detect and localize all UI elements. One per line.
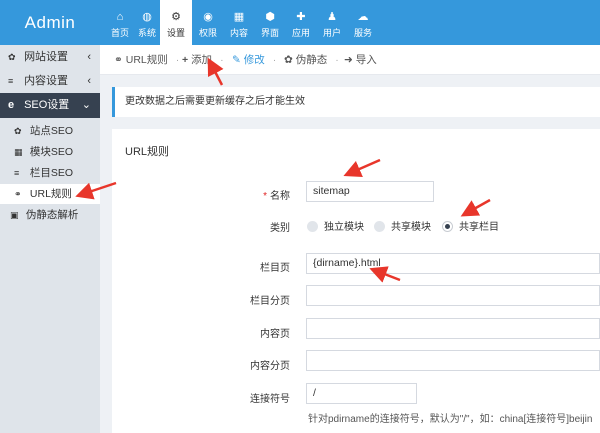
sidebar-item-category-seo[interactable]: ≡ 栏目SEO xyxy=(0,163,100,183)
nav-interface[interactable]: ⬢ 界面 xyxy=(254,0,286,45)
grid-icon: ▦ xyxy=(233,11,245,23)
nav-settings[interactable]: ⚙ 设置 xyxy=(160,0,192,45)
type-radio-shared-category[interactable]: 共享栏目 xyxy=(442,218,499,233)
cache-notice: 更改数据之后需要更新缓存之后才能生效 xyxy=(112,87,600,117)
import-icon: ➜ xyxy=(344,54,353,66)
link-icon: ⚭ xyxy=(114,54,123,66)
code-icon: ▣ xyxy=(10,210,19,220)
html5-icon: ⬢ xyxy=(265,11,275,23)
form-panel: URL规则 * 名称 sitemap 类别 独立模块 共享模块 共享栏目 栏目页 … xyxy=(112,129,600,433)
chevron-left-icon: ‹ xyxy=(87,51,91,63)
nav-content[interactable]: ▦ 内容 xyxy=(223,0,255,45)
globe-icon: ◍ xyxy=(142,11,152,23)
list-icon: ≡ xyxy=(8,76,14,86)
shield-icon: ◉ xyxy=(203,11,213,23)
th-icon: ▦ xyxy=(14,147,23,157)
sidebar-item-rewrite-parse[interactable]: ▣ 伪静态解析 xyxy=(0,205,100,225)
tab-edit[interactable]: ✎ 修改 · xyxy=(232,45,276,75)
sidebar-item-url-rules[interactable]: ⚭ URL规则 xyxy=(0,184,100,204)
app-logo[interactable]: Admin xyxy=(0,0,100,45)
sidebar-group-site-settings[interactable]: ✿ 网站设置 ‹ xyxy=(0,45,100,70)
cloud-icon: ☁ xyxy=(357,11,369,23)
content-paging-label: 内容分页 xyxy=(250,361,290,372)
ie-icon: e xyxy=(8,99,15,111)
type-label: 类别 xyxy=(270,223,290,234)
category-page-input[interactable]: {dirname}.html xyxy=(306,253,600,274)
tab-separator: · xyxy=(272,54,277,66)
category-paging-label: 栏目分页 xyxy=(250,296,290,307)
radio-circle xyxy=(307,221,318,232)
category-paging-input[interactable] xyxy=(306,285,600,306)
connector-input[interactable]: / xyxy=(306,383,417,404)
toolbar-tabs: ⚭ URL规则 · + 添加 · ✎ 修改 · ✿ 伪静态 · ➜ 导入 xyxy=(100,45,600,75)
tab-separator: · xyxy=(175,54,180,66)
sidebar-item-site-seo[interactable]: ✿ 站点SEO xyxy=(0,121,100,141)
nav-permissions[interactable]: ◉ 权限 xyxy=(192,0,224,45)
tab-url-rules[interactable]: ⚭ URL规则 · xyxy=(114,45,179,75)
form-title: URL规则 xyxy=(125,146,170,158)
tab-rewrite[interactable]: ✿ 伪静态 · xyxy=(284,45,339,75)
name-input[interactable]: sitemap xyxy=(306,181,434,202)
type-radio-shared-module[interactable]: 共享模块 xyxy=(374,218,431,233)
content-paging-input[interactable] xyxy=(306,350,600,371)
radio-circle xyxy=(442,221,453,232)
sidebar: ✿ 网站设置 ‹ ≡ 内容设置 ‹ e SEO设置 ⌄ ✿ 站点SEO ▦ 模块… xyxy=(0,45,100,433)
list-icon: ≡ xyxy=(14,168,20,178)
sidebar-item-module-seo[interactable]: ▦ 模块SEO xyxy=(0,142,100,162)
nav-system[interactable]: ◍ 系统 xyxy=(131,0,163,45)
tab-separator: · xyxy=(335,54,339,66)
plus-icon: + xyxy=(182,54,189,66)
gears-icon: ⚙ xyxy=(171,11,181,23)
top-navbar: Admin ⌂ 首页 ◍ 系统 ⚙ 设置 ◉ 权限 ▦ 内容 ⬢ 界面 ✚ 应用… xyxy=(0,0,600,45)
gear-icon: ✿ xyxy=(14,126,22,136)
chevron-left-icon: ‹ xyxy=(87,75,91,87)
chevron-down-icon: ⌄ xyxy=(81,99,91,111)
radio-circle xyxy=(374,221,385,232)
connector-help-text: 针对pdirname的连接符号，默认为"/"，如：china[连接符号]beij… xyxy=(308,414,593,425)
connector-label: 连接符号 xyxy=(250,394,290,405)
nav-services[interactable]: ☁ 服务 xyxy=(347,0,379,45)
name-label: * 名称 xyxy=(263,191,290,202)
nav-users[interactable]: ♟ 用户 xyxy=(316,0,348,45)
gear-icon: ✿ xyxy=(8,52,16,62)
tab-add[interactable]: + 添加 · xyxy=(182,45,224,75)
puzzle-icon: ✚ xyxy=(296,11,306,23)
link-icon: ⚭ xyxy=(14,189,22,199)
sidebar-group-seo-settings[interactable]: e SEO设置 ⌄ xyxy=(0,93,100,118)
edit-icon: ✎ xyxy=(232,54,241,66)
tab-separator: · xyxy=(220,54,224,66)
required-mark: * xyxy=(263,191,267,202)
home-icon: ⌂ xyxy=(116,11,124,23)
users-icon: ♟ xyxy=(327,11,337,23)
gear-icon: ✿ xyxy=(284,54,293,66)
content-page-input[interactable] xyxy=(306,318,600,339)
category-page-label: 栏目页 xyxy=(260,263,290,274)
tab-import[interactable]: ➜ 导入 xyxy=(344,45,377,75)
nav-apps[interactable]: ✚ 应用 xyxy=(285,0,317,45)
main-content: ⚭ URL规则 · + 添加 · ✎ 修改 · ✿ 伪静态 · ➜ 导入 更改数据之后需… xyxy=(100,45,600,433)
type-radio-module[interactable]: 独立模块 xyxy=(307,218,364,233)
sidebar-group-content-settings[interactable]: ≡ 内容设置 ‹ xyxy=(0,69,100,94)
content-page-label: 内容页 xyxy=(260,329,290,340)
